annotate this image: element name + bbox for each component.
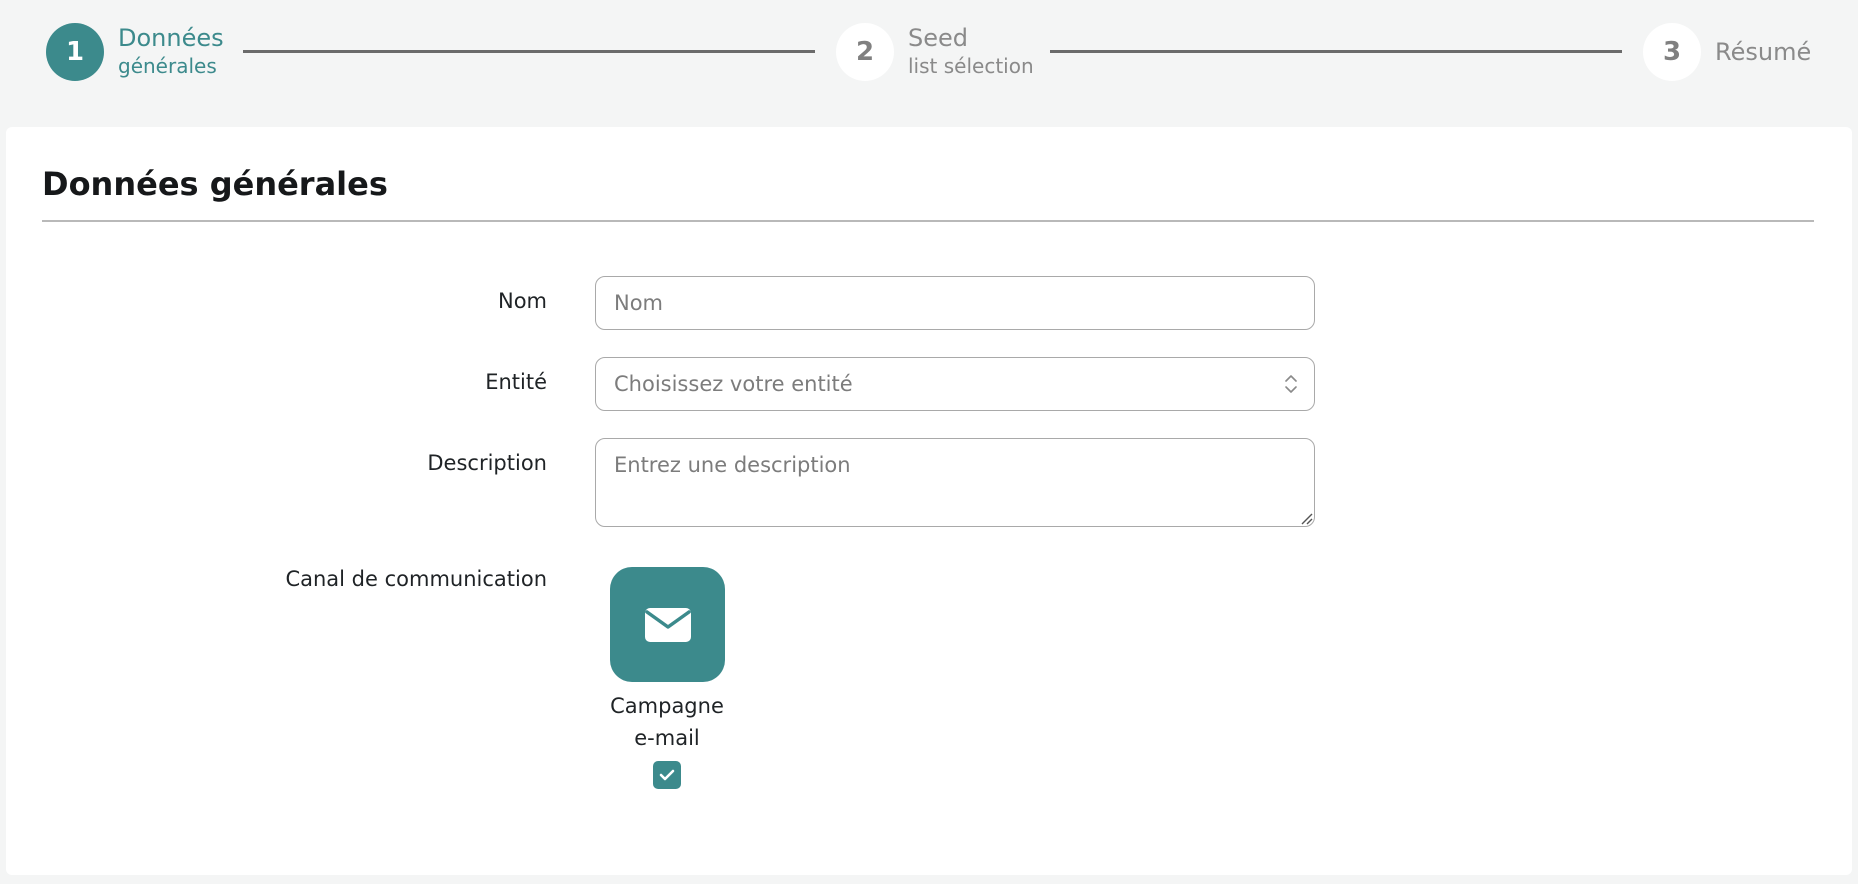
step-connector-2-3 xyxy=(1050,50,1622,53)
description-wrapper xyxy=(595,438,1315,527)
email-campaign-checkbox[interactable] xyxy=(653,761,681,789)
email-campaign-label: Campagne e-mail xyxy=(587,690,747,754)
step-connector-1-2 xyxy=(243,50,815,53)
envelope-icon xyxy=(644,607,691,642)
section-divider xyxy=(42,220,1814,222)
step-1-subtitle: générales xyxy=(118,54,217,78)
step-2-circle[interactable]: 2 xyxy=(836,23,894,81)
email-campaign-label-line1: Campagne xyxy=(610,694,724,718)
email-campaign-label-line2: e-mail xyxy=(634,726,700,750)
general-data-card: Données générales Nom Entité Choisissez … xyxy=(6,127,1852,875)
checkmark-icon xyxy=(659,769,675,781)
step-3-circle[interactable]: 3 xyxy=(1643,23,1701,81)
select-arrows-icon xyxy=(1285,375,1297,393)
nom-input[interactable] xyxy=(595,276,1315,330)
email-campaign-tile[interactable] xyxy=(610,567,725,682)
stepper: 1 Données générales 2 Seed list sélectio… xyxy=(0,0,1858,126)
step-2-subtitle: list sélection xyxy=(908,54,1034,78)
entite-label: Entité xyxy=(485,370,547,394)
canal-label: Canal de communication xyxy=(285,567,547,591)
description-label: Description xyxy=(427,451,547,475)
entite-select[interactable]: Choisissez votre entité xyxy=(595,357,1315,411)
nom-label: Nom xyxy=(497,289,547,313)
entite-select-placeholder: Choisissez votre entité xyxy=(614,372,853,396)
step-2-title: Seed xyxy=(908,24,968,52)
section-title: Données générales xyxy=(42,165,388,203)
step-3-title: Résumé xyxy=(1715,38,1812,66)
step-1-circle[interactable]: 1 xyxy=(46,23,104,81)
step-1-title: Données xyxy=(118,24,224,52)
resize-grip-icon[interactable] xyxy=(1299,511,1313,525)
description-textarea[interactable] xyxy=(595,438,1315,527)
